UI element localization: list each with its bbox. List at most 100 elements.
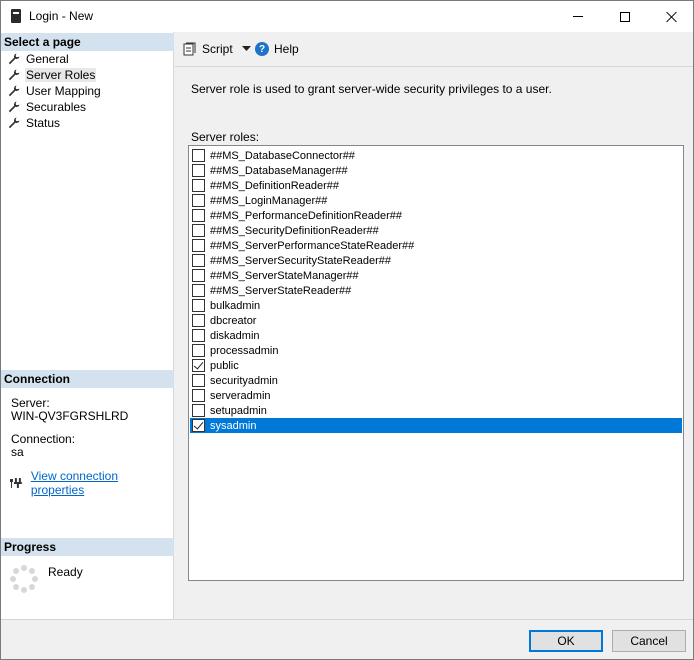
- role-checkbox[interactable]: [192, 419, 205, 432]
- server-roles-list[interactable]: ##MS_DatabaseConnector## ##MS_DatabaseMan…: [188, 145, 684, 581]
- help-icon: ?: [255, 42, 269, 56]
- page-item-status[interactable]: Status: [1, 115, 174, 131]
- role-checkbox[interactable]: [192, 359, 205, 372]
- wrench-icon: [8, 117, 20, 129]
- role-row[interactable]: serveradmin: [190, 388, 682, 403]
- connection-value: sa: [11, 445, 24, 459]
- role-checkbox[interactable]: [192, 299, 205, 312]
- app-icon: [11, 9, 21, 23]
- page-item-user-mapping[interactable]: User Mapping: [1, 83, 174, 99]
- role-checkbox[interactable]: [192, 404, 205, 417]
- role-row[interactable]: bulkadmin: [190, 298, 682, 313]
- role-name: ##MS_LoginManager##: [210, 194, 328, 207]
- role-row[interactable]: ##MS_ServerStateReader##: [190, 283, 682, 298]
- chevron-down-icon[interactable]: [241, 46, 251, 52]
- role-name: ##MS_SecurityDefinitionReader##: [210, 224, 379, 237]
- role-name: dbcreator: [210, 314, 257, 327]
- role-row[interactable]: diskadmin: [190, 328, 682, 343]
- login-new-dialog: Login - New Select a page General Server …: [0, 0, 694, 660]
- progress-spinner-icon: [10, 565, 38, 593]
- page-item-label: General: [26, 52, 69, 66]
- role-row[interactable]: ##MS_DefinitionReader##: [190, 178, 682, 193]
- role-name: ##MS_ServerStateReader##: [210, 284, 352, 297]
- page-item-label: User Mapping: [26, 84, 101, 98]
- help-label: Help: [274, 42, 299, 56]
- view-connection-properties-row[interactable]: View connection properties: [9, 469, 173, 497]
- left-panel: Select a page General Server Roles User Ma…: [1, 32, 174, 619]
- role-row[interactable]: ##MS_ServerStateManager##: [190, 268, 682, 283]
- role-row[interactable]: setupadmin: [190, 403, 682, 418]
- page-item-label: Securables: [26, 100, 87, 114]
- role-name: ##MS_ServerStateManager##: [210, 269, 359, 282]
- role-checkbox[interactable]: [192, 374, 205, 387]
- cancel-button[interactable]: Cancel: [612, 630, 686, 652]
- toolbar: Script ? Help: [175, 32, 693, 66]
- role-checkbox[interactable]: [192, 239, 205, 252]
- view-connection-properties-link[interactable]: View connection properties: [31, 469, 173, 497]
- role-row[interactable]: processadmin: [190, 343, 682, 358]
- select-page-header: Select a page: [1, 33, 174, 51]
- role-name: ##MS_DatabaseManager##: [210, 164, 348, 177]
- page-item-securables[interactable]: Securables: [1, 99, 174, 115]
- page-item-server-roles[interactable]: Server Roles: [1, 67, 174, 83]
- role-row[interactable]: ##MS_PerformanceDefinitionReader##: [190, 208, 682, 223]
- script-button[interactable]: Script: [183, 42, 251, 56]
- close-icon: [666, 11, 678, 23]
- role-checkbox[interactable]: [192, 164, 205, 177]
- role-name: ##MS_DefinitionReader##: [210, 179, 340, 192]
- wrench-icon: [8, 101, 20, 113]
- role-row[interactable]: ##MS_DatabaseManager##: [190, 163, 682, 178]
- role-checkbox[interactable]: [192, 344, 205, 357]
- window-title: Login - New: [29, 9, 94, 23]
- minimize-icon: [573, 16, 583, 17]
- role-checkbox[interactable]: [192, 179, 205, 192]
- role-name: ##MS_ServerPerformanceStateReader##: [210, 239, 415, 252]
- role-name: public: [210, 359, 239, 372]
- role-checkbox[interactable]: [192, 209, 205, 222]
- role-checkbox[interactable]: [192, 284, 205, 297]
- minimize-button[interactable]: [555, 1, 601, 32]
- connection-label: Connection:: [11, 432, 76, 446]
- close-button[interactable]: [649, 1, 694, 32]
- page-description: Server role is used to grant server-wide…: [191, 82, 552, 96]
- page-item-label: Status: [26, 116, 61, 130]
- connection-header: Connection: [1, 370, 174, 388]
- role-row[interactable]: dbcreator: [190, 313, 682, 328]
- role-row[interactable]: ##MS_DatabaseConnector##: [190, 148, 682, 163]
- role-row[interactable]: ##MS_SecurityDefinitionReader##: [190, 223, 682, 238]
- wrench-icon: [8, 53, 20, 65]
- wrench-icon: [8, 69, 20, 81]
- server-roles-label: Server roles:: [191, 130, 260, 144]
- role-name: ##MS_ServerSecurityStateReader##: [210, 254, 391, 267]
- role-checkbox[interactable]: [192, 224, 205, 237]
- maximize-button[interactable]: [602, 1, 648, 32]
- role-checkbox[interactable]: [192, 329, 205, 342]
- help-button[interactable]: ? Help: [255, 42, 299, 56]
- role-checkbox[interactable]: [192, 314, 205, 327]
- role-name: setupadmin: [210, 404, 267, 417]
- role-row[interactable]: sysadmin: [190, 418, 682, 433]
- ok-button[interactable]: OK: [529, 630, 603, 652]
- page-item-general[interactable]: General: [1, 51, 174, 67]
- role-row[interactable]: public: [190, 358, 682, 373]
- role-checkbox[interactable]: [192, 389, 205, 402]
- page-item-label: Server Roles: [25, 68, 97, 82]
- script-label: Script: [202, 42, 233, 56]
- role-checkbox[interactable]: [192, 149, 205, 162]
- server-value: WIN-QV3FGRSHLRD: [11, 409, 129, 423]
- role-row[interactable]: ##MS_LoginManager##: [190, 193, 682, 208]
- role-name: diskadmin: [210, 329, 260, 342]
- role-row[interactable]: securityadmin: [190, 373, 682, 388]
- role-name: securityadmin: [210, 374, 278, 387]
- server-roles-page: Server role is used to grant server-wide…: [175, 67, 693, 619]
- role-row[interactable]: ##MS_ServerPerformanceStateReader##: [190, 238, 682, 253]
- progress-status: Ready: [48, 565, 83, 579]
- role-checkbox[interactable]: [192, 194, 205, 207]
- role-name: ##MS_DatabaseConnector##: [210, 149, 355, 162]
- role-checkbox[interactable]: [192, 269, 205, 282]
- server-label: Server:: [11, 396, 50, 410]
- role-name: processadmin: [210, 344, 279, 357]
- role-checkbox[interactable]: [192, 254, 205, 267]
- role-row[interactable]: ##MS_ServerSecurityStateReader##: [190, 253, 682, 268]
- progress-header: Progress: [1, 538, 174, 556]
